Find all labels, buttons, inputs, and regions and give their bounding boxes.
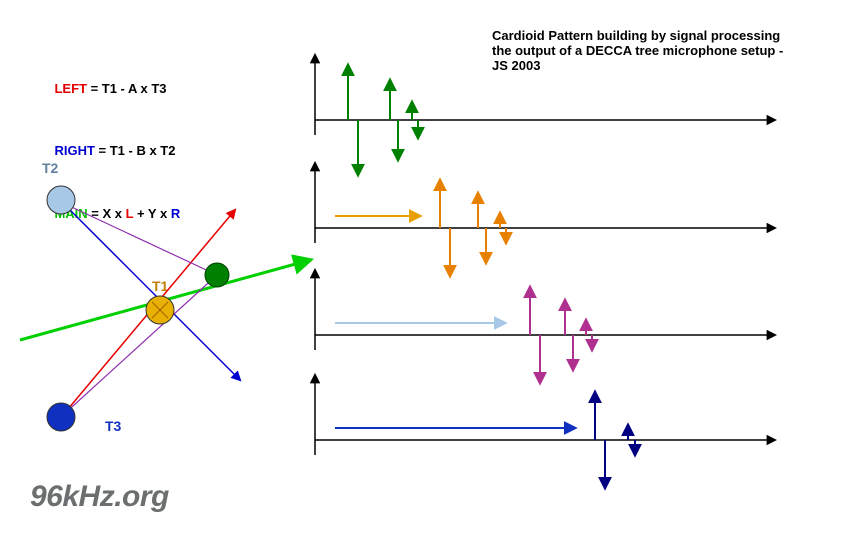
purple-connector-1	[63, 203, 217, 275]
impulse-plot-navy	[315, 375, 775, 488]
impulse-plot-magenta	[315, 270, 775, 383]
impulse-plot-orange	[315, 163, 775, 276]
intersection-dot	[205, 263, 229, 287]
right-blue-arrow	[63, 203, 240, 380]
impulse-plot-top-green	[315, 55, 775, 175]
diagram-svg	[0, 0, 850, 550]
mic-t3	[47, 403, 75, 431]
purple-connector-2	[63, 275, 217, 415]
mic-t2	[47, 186, 75, 214]
